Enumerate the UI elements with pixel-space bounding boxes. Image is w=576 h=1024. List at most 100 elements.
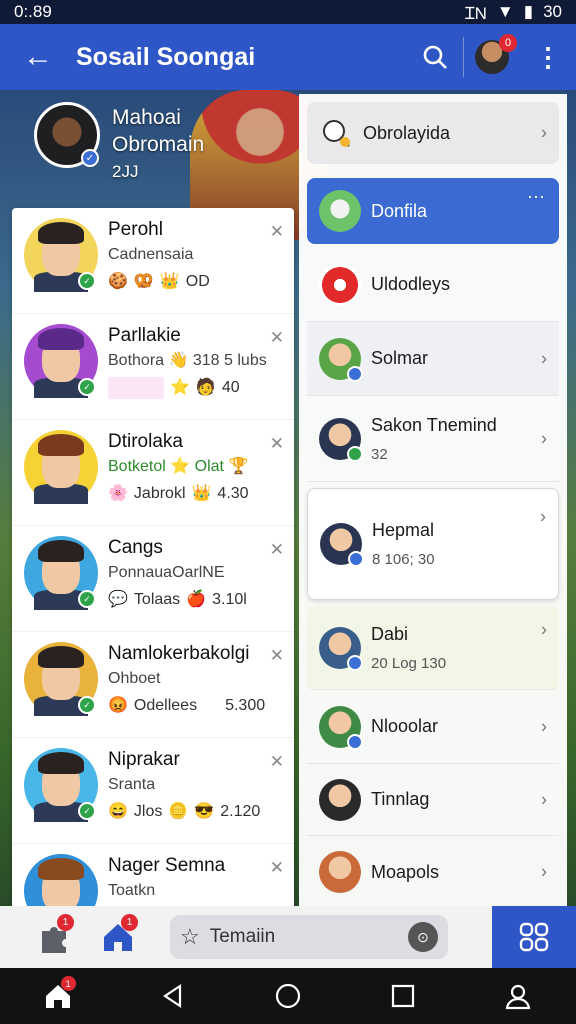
search-item[interactable]: Obrolayida ›	[307, 102, 559, 164]
profile-subname: Obromain	[112, 133, 205, 156]
close-icon[interactable]: ✕	[270, 434, 284, 454]
friend-item[interactable]: ✓ Niprakar Sranta 😄 Jlos 🪙 😎 2.120 ✕	[12, 738, 294, 844]
friend-item[interactable]: Dtirolaka Botketol ⭐ Olat 🏆 🌸 Jabrokl 👑 …	[12, 420, 294, 526]
list-item[interactable]: Sakon Tnemind 32 ›	[307, 396, 559, 482]
friend-item[interactable]: ✓ Cangs PonnauaOarlNE 💬 Tolaas 🍎 3.10l ✕	[12, 526, 294, 632]
verified-icon: ✓	[81, 149, 99, 167]
chevron-right-icon: ›	[541, 619, 547, 640]
character-icon: 🧑	[195, 379, 216, 396]
close-icon[interactable]: ✕	[270, 752, 284, 772]
trophy-icon: 🏆	[228, 458, 249, 475]
search-input[interactable]: ☆ Temaiin ⊙	[170, 915, 448, 959]
home-tab[interactable]: 1	[86, 906, 150, 968]
friend-desc: Bothora	[108, 352, 165, 369]
avatar: ✓	[24, 218, 98, 292]
close-icon[interactable]: ✕	[270, 540, 284, 560]
signal-indicator: ꞮN	[465, 3, 487, 23]
nav-circle-button[interactable]	[268, 976, 308, 1016]
notification-badge: 1	[60, 976, 76, 991]
friends-tab[interactable]: 1	[22, 906, 86, 968]
friend-meta-text: Jabrokl	[133, 485, 186, 502]
nav-home-button[interactable]: 1	[38, 976, 78, 1016]
friend-meta: 4.30	[217, 485, 249, 502]
friend-name: Dtirolaka	[108, 431, 183, 452]
friend-meta-text: Odellees	[133, 697, 198, 714]
profile-avatar[interactable]: ✓	[34, 102, 100, 168]
close-icon[interactable]: ✕	[270, 328, 284, 348]
friend-meta: OD	[185, 273, 210, 290]
avatar	[319, 417, 363, 462]
coin-icon: 🪙	[168, 803, 189, 820]
avatar: ✓	[24, 748, 98, 822]
avatar: ✓	[24, 536, 98, 610]
more-menu-icon[interactable]: ⋮	[520, 24, 576, 90]
nav-recents-button[interactable]	[383, 976, 423, 1016]
list-item[interactable]: Moapols ›	[307, 836, 559, 908]
notification-badge: 1	[121, 914, 138, 931]
list-sub: 20 Log 130	[371, 654, 447, 672]
friend-desc: Botketol	[108, 458, 166, 475]
list-item[interactable]: Uldodleys	[307, 248, 559, 322]
wifi-icon: ▼	[496, 2, 514, 21]
list-item[interactable]: Nlooolar ›	[307, 690, 559, 764]
friend-meta-text: Jlos	[133, 803, 163, 820]
friend-item[interactable]: Nager Semna Toatkn ✕	[12, 844, 294, 910]
online-check-icon: ✓	[78, 802, 96, 820]
chevron-right-icon: ›	[541, 789, 547, 809]
friend-desc: PonnauaOarlNE	[108, 564, 225, 581]
friend-name: Perohl	[108, 219, 163, 240]
flower-icon: 🌸	[108, 485, 128, 502]
back-arrow-icon[interactable]: ←	[0, 40, 76, 74]
search-button[interactable]	[407, 24, 463, 90]
friend-meta: 40	[221, 379, 240, 396]
search-text: Temaiin	[209, 926, 276, 947]
list-label: Sakon Tnemind	[371, 414, 497, 435]
friend-name: Cangs	[108, 537, 163, 558]
list-item[interactable]: Solmar ›	[307, 322, 559, 396]
grid-menu-button[interactable]	[492, 906, 576, 968]
friend-desc: Toatkn	[108, 882, 156, 899]
person-icon	[506, 984, 531, 1010]
list-item[interactable]: Tinnlag ›	[307, 764, 559, 836]
list-label: Moapols	[371, 861, 440, 882]
nav-profile-button[interactable]	[498, 976, 538, 1016]
mask-icon: 😎	[194, 803, 215, 820]
notification-badge: 0	[499, 34, 517, 52]
friend-item[interactable]: ✓ Parllakie Bothora 👋 318 5 lubs ⭐ 🧑 40 …	[12, 314, 294, 420]
profile-header[interactable]: ✓ Mahoai Obromain 2JJ	[34, 102, 204, 185]
crown-icon: 👑	[191, 485, 212, 502]
chevron-right-icon: ›	[541, 122, 547, 143]
online-check-icon: ✓	[78, 590, 96, 608]
list-label: Dabi	[371, 623, 409, 644]
pizza-icon: 🥨	[133, 273, 154, 290]
avatar	[319, 851, 361, 893]
close-icon[interactable]: ✕	[270, 222, 284, 242]
avatar: 0	[475, 34, 517, 74]
friend-item[interactable]: ✓ Perohl Cadnensaia 🍪 🥨 👑 OD ✕	[12, 208, 294, 314]
avatar	[24, 430, 98, 504]
hand-icon: 👋	[168, 352, 189, 369]
more-icon[interactable]: ···	[527, 186, 545, 207]
progress-placeholder	[108, 377, 164, 399]
friend-item[interactable]: ✓ Namlokerbakolgi Ohboet 😡 Odellees 5.30…	[12, 632, 294, 738]
close-icon[interactable]: ✕	[270, 646, 284, 666]
profile-avatar-button[interactable]: 0	[464, 24, 520, 90]
chevron-right-icon: ›	[541, 428, 547, 448]
friend-name: Niprakar	[108, 749, 180, 770]
chevron-right-icon: ›	[540, 506, 546, 527]
list-item-card[interactable]: Hepmal 8 106; 30 ›	[307, 488, 559, 600]
avatar	[319, 778, 361, 821]
list-item-highlight[interactable]: Dabi 20 Log 130 ›	[307, 606, 559, 690]
mic-icon[interactable]: ⊙	[408, 922, 438, 952]
friend-desc-extra: Olat	[194, 458, 224, 475]
close-icon[interactable]: ✕	[270, 858, 284, 878]
conversation-panel: Obrolayida › Donfila ··· Uldodleys Solma…	[299, 94, 567, 910]
square-icon	[392, 984, 415, 1008]
online-check-icon: ✓	[78, 378, 96, 396]
nav-back-button[interactable]	[153, 976, 193, 1016]
page-title: Sosail Soongai	[76, 42, 256, 71]
friend-desc: Ohboet	[108, 670, 161, 687]
crown-icon: 👑	[159, 273, 180, 290]
list-item-active[interactable]: Donfila ···	[307, 178, 559, 244]
friend-desc: Sranta	[108, 776, 156, 793]
